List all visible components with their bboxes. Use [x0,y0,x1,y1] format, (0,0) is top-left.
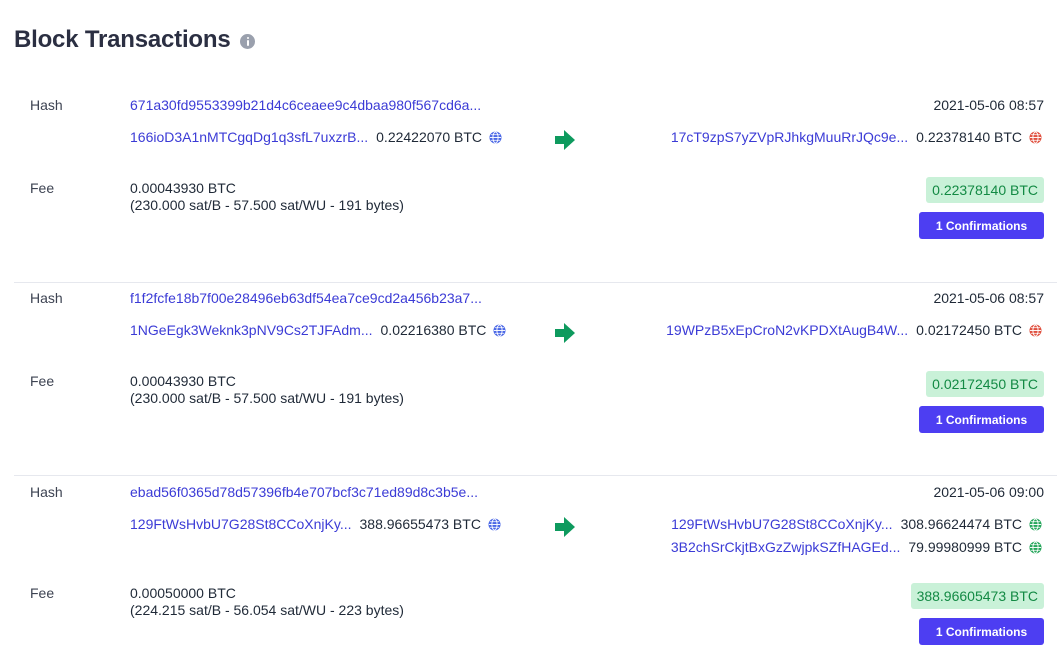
globe-icon[interactable] [1029,540,1042,554]
globe-icon[interactable] [493,323,506,337]
info-icon[interactable] [240,33,256,49]
transaction-hash-link[interactable]: ebad56f0365d78d57396fb4e707bcf3c71ed89d8… [130,484,478,500]
fee-label: Fee [30,585,55,601]
globe-icon[interactable] [1029,323,1042,337]
input-amount: 0.22422070 BTC [376,129,482,145]
input-address-link[interactable]: 129FtWsHvbU7G28St8CCoXnjKy... [130,516,352,532]
fee-info: 0.00043930 BTC (230.000 sat/B - 57.500 s… [130,180,404,214]
total-amount-badge: 0.22378140 BTC [926,177,1044,203]
input-item: 129FtWsHvbU7G28St8CCoXnjKy... 388.966554… [130,516,501,532]
globe-icon[interactable] [1029,130,1042,144]
transaction-date: 2021-05-06 08:57 [933,97,1044,113]
input-amount: 388.96655473 BTC [359,516,481,532]
transaction-hash-link[interactable]: f1f2fcfe18b7f00e28496eb63df54ea7ce9cd2a4… [130,290,482,306]
output-item: 19WPzB5xEpCroN2vKPDXtAugB4W... 0.0217245… [666,322,1042,338]
confirmations-button[interactable]: 1 Confirmations [919,212,1044,239]
fee-detail: (230.000 sat/B - 57.500 sat/WU - 191 byt… [130,197,404,213]
fee-amount: 0.00043930 BTC [130,180,236,196]
input-address-link[interactable]: 166ioD3A1nMTCgqDg1q3sfL7uxzrB... [130,129,368,145]
transaction-date: 2021-05-06 08:57 [933,290,1044,306]
arrow-right-icon [555,130,575,150]
output-address-link[interactable]: 17cT9zpS7yZVpRJhkgMuuRrJQc9e... [671,129,908,145]
hash-label: Hash [30,97,63,113]
page-title: Block Transactions [14,26,231,53]
page-header: Block Transactions [14,26,256,54]
transaction-date: 2021-05-06 09:00 [933,484,1044,500]
hash-label: Hash [30,484,63,500]
output-address-link[interactable]: 3B2chSrCkjtBxGzZwjpkSZfHAGEd... [671,539,901,555]
fee-detail: (224.215 sat/B - 56.054 sat/WU - 223 byt… [130,602,404,618]
arrow-right-icon [555,517,575,537]
total-amount-badge: 0.02172450 BTC [926,371,1044,397]
confirmations-button[interactable]: 1 Confirmations [919,618,1044,645]
fee-amount: 0.00043930 BTC [130,373,236,389]
output-item: 17cT9zpS7yZVpRJhkgMuuRrJQc9e... 0.223781… [671,129,1042,145]
transaction-hash-link[interactable]: 671a30fd9553399b21d4c6ceaee9c4dbaa980f56… [130,97,481,113]
output-item: 3B2chSrCkjtBxGzZwjpkSZfHAGEd... 79.99980… [671,539,1042,555]
input-item: 1NGeEgk3Weknk3pNV9Cs2TJFAdm... 0.0221638… [130,322,506,338]
input-item: 166ioD3A1nMTCgqDg1q3sfL7uxzrB... 0.22422… [130,129,502,145]
hash-label: Hash [30,290,63,306]
fee-info: 0.00043930 BTC (230.000 sat/B - 57.500 s… [130,373,404,407]
output-amount: 79.99980999 BTC [908,539,1022,555]
fee-amount: 0.00050000 BTC [130,585,236,601]
output-address-link[interactable]: 129FtWsHvbU7G28St8CCoXnjKy... [671,516,893,532]
output-item: 129FtWsHvbU7G28St8CCoXnjKy... 308.966244… [671,516,1042,532]
transaction-row: Hash ebad56f0365d78d57396fb4e707bcf3c71e… [14,476,1057,660]
globe-icon[interactable] [1029,517,1042,531]
output-amount: 0.22378140 BTC [916,129,1022,145]
output-address-link[interactable]: 19WPzB5xEpCroN2vKPDXtAugB4W... [666,322,908,338]
globe-icon[interactable] [488,517,501,531]
output-amount: 0.02172450 BTC [916,322,1022,338]
output-amount: 308.96624474 BTC [900,516,1022,532]
transaction-row: Hash 671a30fd9553399b21d4c6ceaee9c4dbaa9… [14,89,1057,283]
fee-label: Fee [30,180,55,196]
total-amount-badge: 388.96605473 BTC [910,583,1044,609]
input-amount: 0.02216380 BTC [380,322,487,338]
transaction-row: Hash f1f2fcfe18b7f00e28496eb63df54ea7ce9… [14,282,1057,476]
confirmations-button[interactable]: 1 Confirmations [919,406,1044,433]
arrow-right-icon [555,323,575,343]
globe-icon[interactable] [489,130,502,144]
fee-info: 0.00050000 BTC (224.215 sat/B - 56.054 s… [130,585,404,619]
fee-label: Fee [30,373,55,389]
fee-detail: (230.000 sat/B - 57.500 sat/WU - 191 byt… [130,390,404,406]
input-address-link[interactable]: 1NGeEgk3Weknk3pNV9Cs2TJFAdm... [130,322,373,338]
